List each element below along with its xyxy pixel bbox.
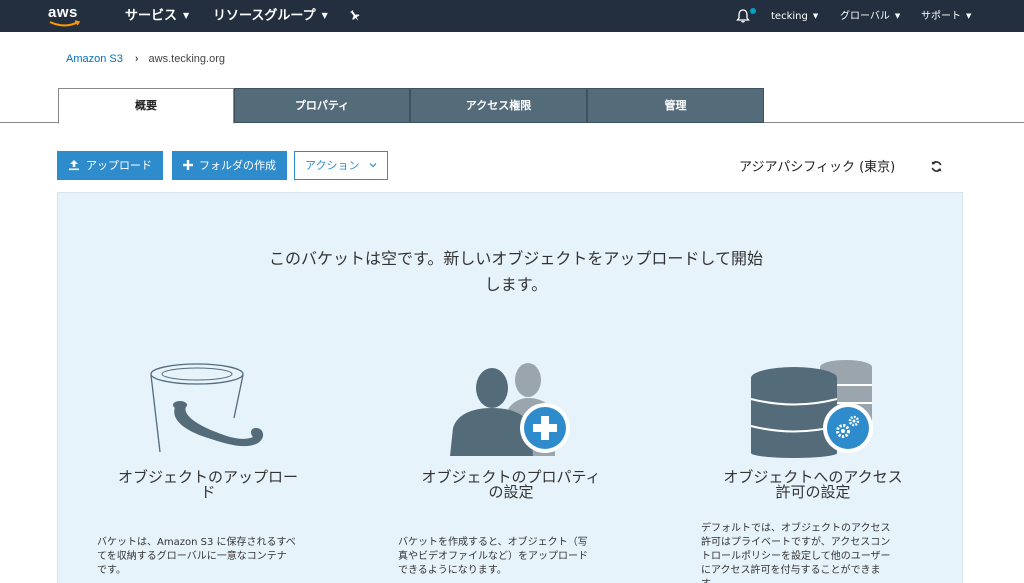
desc-line: バケットは、Amazon S3 に保存されるすべ (97, 537, 296, 548)
desc-line: トロールポリシーを設定して他のユーザー (701, 551, 891, 562)
feature-permissions-desc: デフォルトでは、オブジェクトのアクセス 許可はプライベートですが、アクセスコン … (701, 522, 941, 583)
resource-groups-label: リソースグループ (213, 8, 316, 24)
create-folder-label: フォルダの作成 (199, 159, 276, 172)
feature-title-line: ド (200, 483, 216, 501)
desc-line: す。 (701, 578, 941, 583)
aws-logo[interactable]: aws (48, 4, 82, 28)
breadcrumb-current: aws.tecking.org (148, 53, 225, 65)
feature-permissions-title: オブジェクトへのアクセス 許可の設定 (700, 470, 926, 500)
desc-line: できるようになります。 (398, 565, 507, 576)
pin-icon[interactable] (348, 9, 362, 23)
region-indicator: アジアパシフィック (東京) (739, 160, 896, 175)
region-label: グローバル (840, 11, 890, 22)
resource-groups-menu[interactable]: リソースグループ ▼ (213, 0, 328, 32)
empty-headline: このバケットは空です。新しいオブジェクトをアップロードして開始 します。 (236, 246, 796, 298)
feature-upload-title: オブジェクトのアップロー ド (98, 470, 318, 500)
tab-management[interactable]: 管理 (587, 88, 764, 123)
tab-overview[interactable]: 概要 (58, 88, 234, 124)
aws-smile-icon (49, 20, 81, 27)
user-add-icon (450, 363, 570, 456)
upload-button[interactable]: アップロード (57, 151, 163, 180)
bucket-icon (150, 363, 264, 453)
breadcrumb-link-s3[interactable]: Amazon S3 (66, 53, 123, 65)
actions-dropdown[interactable]: アクション (294, 151, 388, 180)
tab-properties[interactable]: プロパティ (234, 88, 410, 123)
bell-icon[interactable] (735, 8, 751, 24)
chevron-down-icon: ▼ (812, 12, 819, 20)
chevron-down-icon: ▼ (894, 12, 901, 20)
feature-title-line: の設定 (488, 483, 534, 501)
chevron-down-icon: ▼ (321, 11, 328, 20)
upload-icon (69, 160, 79, 171)
desc-line: バケットを作成すると、オブジェクト（写 (398, 537, 588, 548)
support-label: サポート (921, 11, 961, 22)
plus-icon (183, 160, 193, 170)
top-nav: aws サービス ▼ リソースグループ ▼ tecking ▼ グローバル ▼ サポート… (0, 0, 1024, 32)
support-menu[interactable]: サポート ▼ (921, 0, 971, 32)
desc-line: デフォルトでは、オブジェクトのアクセス (701, 523, 891, 534)
tab-bar: 概要 プロパティ アクセス権限 管理 (0, 88, 1024, 124)
region-menu[interactable]: グローバル ▼ (840, 0, 900, 32)
headline-line: します。 (484, 275, 548, 294)
create-folder-button[interactable]: フォルダの作成 (172, 151, 287, 180)
user-label: tecking (771, 11, 808, 22)
services-menu[interactable]: サービス ▼ (125, 0, 189, 32)
chevron-down-icon (369, 163, 377, 168)
upload-label: アップロード (86, 159, 152, 172)
desc-line: 真やビデオファイルなど）をアップロード (398, 551, 588, 562)
aws-logo-text: aws (48, 4, 78, 21)
chevron-down-icon: ▼ (183, 11, 190, 20)
database-gear-icon (750, 360, 873, 458)
chevron-down-icon: ▼ (966, 12, 972, 20)
services-label: サービス (125, 8, 178, 24)
chevron-right-icon: › (134, 53, 139, 65)
feature-title-line: 許可の設定 (775, 483, 851, 501)
feature-properties-title: オブジェクトのプロパティ の設定 (398, 470, 624, 500)
user-menu[interactable]: tecking ▼ (771, 0, 818, 32)
actions-label: アクション (305, 159, 360, 172)
headline-line: このバケットは空です。新しいオブジェクトをアップロードして開始 (269, 249, 763, 268)
feature-properties-desc: バケットを作成すると、オブジェクト（写 真やビデオファイルなど）をアップロード … (398, 536, 638, 578)
refresh-icon[interactable] (930, 160, 943, 173)
desc-line: にアクセス許可を付与することができま (701, 565, 881, 576)
notification-dot (750, 8, 756, 14)
desc-line: 許可はプライベートですが、アクセスコン (701, 537, 891, 548)
tab-permissions[interactable]: アクセス権限 (410, 88, 587, 123)
breadcrumb: Amazon S3 › aws.tecking.org (66, 53, 225, 65)
feature-upload-desc: バケットは、Amazon S3 に保存されるすべ てを収納するグローバルに一意な… (97, 536, 337, 578)
desc-line: てを収納するグローバルに一意なコンテナ (97, 551, 287, 562)
desc-line: です。 (97, 565, 126, 576)
